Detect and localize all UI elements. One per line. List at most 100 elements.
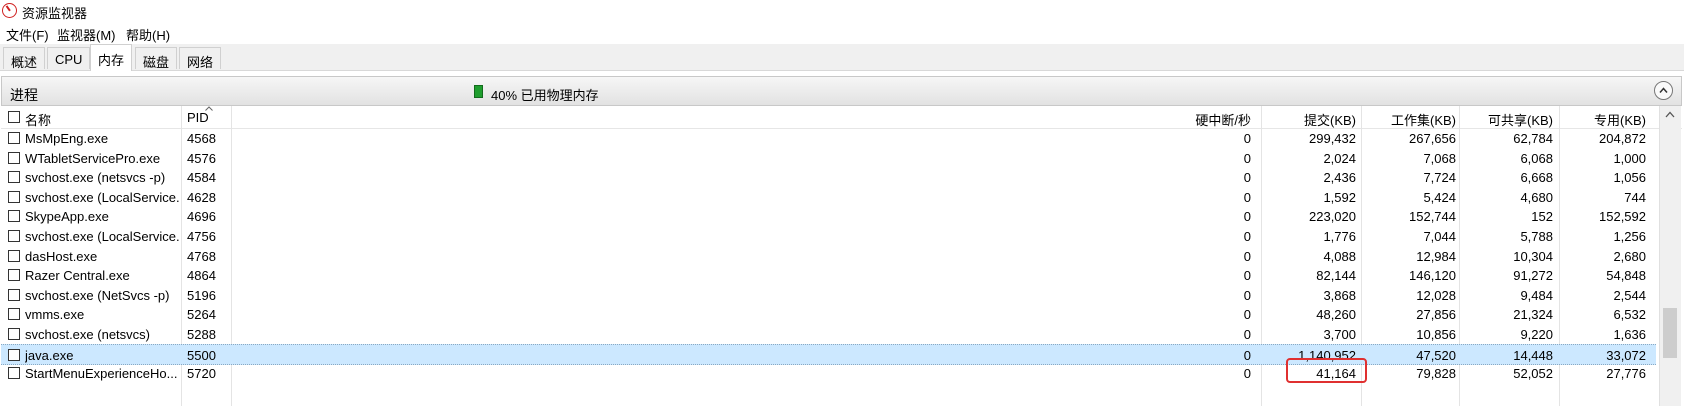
cell-private: 27,776 (1606, 366, 1646, 382)
cell-pid: 5720 (187, 366, 216, 382)
menu-file[interactable]: 文件(F) (6, 25, 49, 44)
row-checkbox[interactable] (8, 151, 20, 164)
cell-private: 2,680 (1613, 248, 1646, 264)
cell-pid: 4768 (187, 248, 216, 264)
table-row[interactable]: vmms.exe 5264 0 48,260 27,856 21,324 6,532 (1, 304, 1656, 325)
column-header-row: 名称 PID 硬中断/秒 提交(KB) 工作集(KB) 可共享(KB) 专用(K… (1, 106, 1682, 129)
cell-shareable: 5,788 (1520, 229, 1553, 244)
menu-help[interactable]: 帮助(H) (126, 25, 170, 44)
cell-pid: 4628 (187, 189, 216, 205)
cell-commit: 3,700 (1323, 327, 1356, 342)
scrollbar-thumb[interactable] (1663, 308, 1677, 358)
scroll-up-icon[interactable] (1665, 111, 1675, 118)
tab-cpu[interactable]: CPU (47, 47, 91, 69)
cell-hard-faults: 0 (1243, 347, 1251, 363)
cell-name: StartMenuExperienceHo... (25, 366, 178, 382)
cell-shareable: 91,272 (1513, 268, 1553, 284)
row-checkbox[interactable] (8, 230, 20, 242)
row-checkbox[interactable] (8, 288, 20, 301)
cell-working-set: 10,856 (1416, 327, 1456, 342)
select-all-checkbox[interactable] (8, 111, 20, 123)
table-row[interactable]: java.exe 5500 0 1,140,952 47,520 14,448 33,072 (1, 343, 1656, 365)
row-checkbox[interactable] (8, 308, 20, 321)
cell-working-set: 5,424 (1423, 189, 1456, 205)
cell-name: svchost.exe (LocalService... (25, 189, 180, 205)
cell-name: svchost.exe (netsvcs) (25, 327, 150, 342)
cell-private: 1,056 (1613, 170, 1646, 186)
row-checkbox[interactable] (8, 190, 20, 203)
cell-private: 1,000 (1613, 150, 1646, 166)
table-row[interactable]: dasHost.exe 4768 0 4,088 12,984 10,304 2,680 (1, 246, 1656, 267)
column-header-working-set[interactable]: 工作集(KB) (1366, 110, 1456, 129)
cell-working-set: 152,744 (1409, 209, 1456, 225)
column-header-commit[interactable]: 提交(KB) (1271, 110, 1356, 129)
cell-shareable: 14,448 (1513, 347, 1553, 363)
table-row[interactable]: svchost.exe (netsvcs -p) 4584 0 2,436 7,724 6… (1, 167, 1656, 188)
row-checkbox[interactable] (8, 210, 20, 223)
table-row[interactable]: svchost.exe (NetSvcs -p) 5196 0 3,868 12,028… (1, 285, 1656, 306)
cell-name: svchost.exe (netsvcs -p) (25, 170, 166, 186)
column-header-pid[interactable]: PID (187, 110, 209, 125)
column-header-name[interactable]: 名称 (25, 110, 51, 129)
cell-name: WTabletServicePro.exe (25, 150, 161, 166)
cell-shareable: 21,324 (1513, 307, 1553, 323)
memory-status-text: 40% 已用物理内存 (491, 88, 599, 103)
cell-pid: 4576 (187, 150, 216, 166)
table-row[interactable]: StartMenuExperienceHo... 5720 0 41,164 79,82… (1, 363, 1656, 384)
cell-hard-faults: 0 (1243, 189, 1251, 205)
collapse-section-button[interactable] (1654, 81, 1673, 100)
row-checkbox[interactable] (8, 132, 20, 144)
highlight-annotation-box (1286, 358, 1367, 383)
tab-bar: 概述 CPU 内存 磁盘 网络 (0, 44, 1684, 71)
row-checkbox[interactable] (8, 249, 20, 262)
cell-commit: 1,776 (1323, 229, 1356, 244)
row-checkbox[interactable] (8, 171, 20, 184)
cell-shareable: 6,668 (1520, 170, 1553, 186)
table-row[interactable]: svchost.exe (LocalService... 4628 0 1,592 5,… (1, 187, 1656, 208)
vertical-scrollbar[interactable] (1659, 106, 1681, 406)
processes-section-header[interactable]: 进程 40% 已用物理内存 (1, 76, 1682, 106)
cell-working-set: 7,068 (1423, 150, 1456, 166)
cell-private: 1,256 (1613, 229, 1646, 244)
row-checkbox[interactable] (8, 348, 20, 361)
memory-usage-indicator (474, 85, 483, 98)
row-checkbox[interactable] (8, 269, 20, 282)
row-checkbox[interactable] (8, 328, 20, 340)
column-header-private[interactable]: 专用(KB) (1557, 110, 1646, 129)
window-title: 资源监视器 (22, 6, 88, 21)
table-row[interactable]: svchost.exe (LocalService... 4756 0 1,776 7,… (1, 226, 1656, 247)
cell-shareable: 10,304 (1513, 248, 1553, 264)
resource-monitor-app-icon (2, 3, 17, 18)
cell-pid: 4756 (187, 229, 216, 244)
table-row[interactable]: svchost.exe (netsvcs) 5288 0 3,700 10,856 9,2… (1, 324, 1656, 345)
cell-shareable: 62,784 (1513, 131, 1553, 146)
cell-hard-faults: 0 (1243, 366, 1251, 382)
cell-pid: 5500 (187, 347, 216, 363)
tab-memory[interactable]: 内存 (90, 44, 133, 71)
cell-private: 152,592 (1599, 209, 1646, 225)
cell-working-set: 47,520 (1416, 347, 1456, 363)
cell-hard-faults: 0 (1243, 150, 1251, 166)
cell-name: SkypeApp.exe (25, 209, 109, 225)
cell-working-set: 146,120 (1409, 268, 1456, 284)
table-row[interactable]: Razer Central.exe 4864 0 82,144 146,120 91,27… (1, 265, 1656, 286)
cell-hard-faults: 0 (1243, 268, 1251, 284)
table-row[interactable]: MsMpEng.exe 4568 0 299,432 267,656 62,784 204,… (1, 128, 1656, 149)
table-row[interactable]: SkypeApp.exe 4696 0 223,020 152,744 152 152,59… (1, 206, 1656, 227)
column-header-hard-faults[interactable]: 硬中断/秒 (1151, 110, 1251, 129)
cell-commit: 3,868 (1323, 287, 1356, 303)
cell-shareable: 6,068 (1520, 150, 1553, 166)
cell-working-set: 267,656 (1409, 131, 1456, 146)
table-row[interactable]: WTabletServicePro.exe 4576 0 2,024 7,068 6,06… (1, 148, 1656, 169)
cell-hard-faults: 0 (1243, 307, 1251, 323)
tab-disk[interactable]: 磁盘 (135, 47, 178, 70)
cell-pid: 4568 (187, 131, 216, 146)
menu-monitor[interactable]: 监视器(M) (57, 25, 116, 44)
row-checkbox[interactable] (8, 367, 20, 380)
cell-hard-faults: 0 (1243, 248, 1251, 264)
cell-name: svchost.exe (NetSvcs -p) (25, 287, 170, 303)
column-header-shareable[interactable]: 可共享(KB) (1461, 110, 1553, 129)
tab-network[interactable]: 网络 (179, 47, 222, 70)
cell-shareable: 4,680 (1520, 189, 1553, 205)
tab-overview[interactable]: 概述 (3, 47, 46, 70)
